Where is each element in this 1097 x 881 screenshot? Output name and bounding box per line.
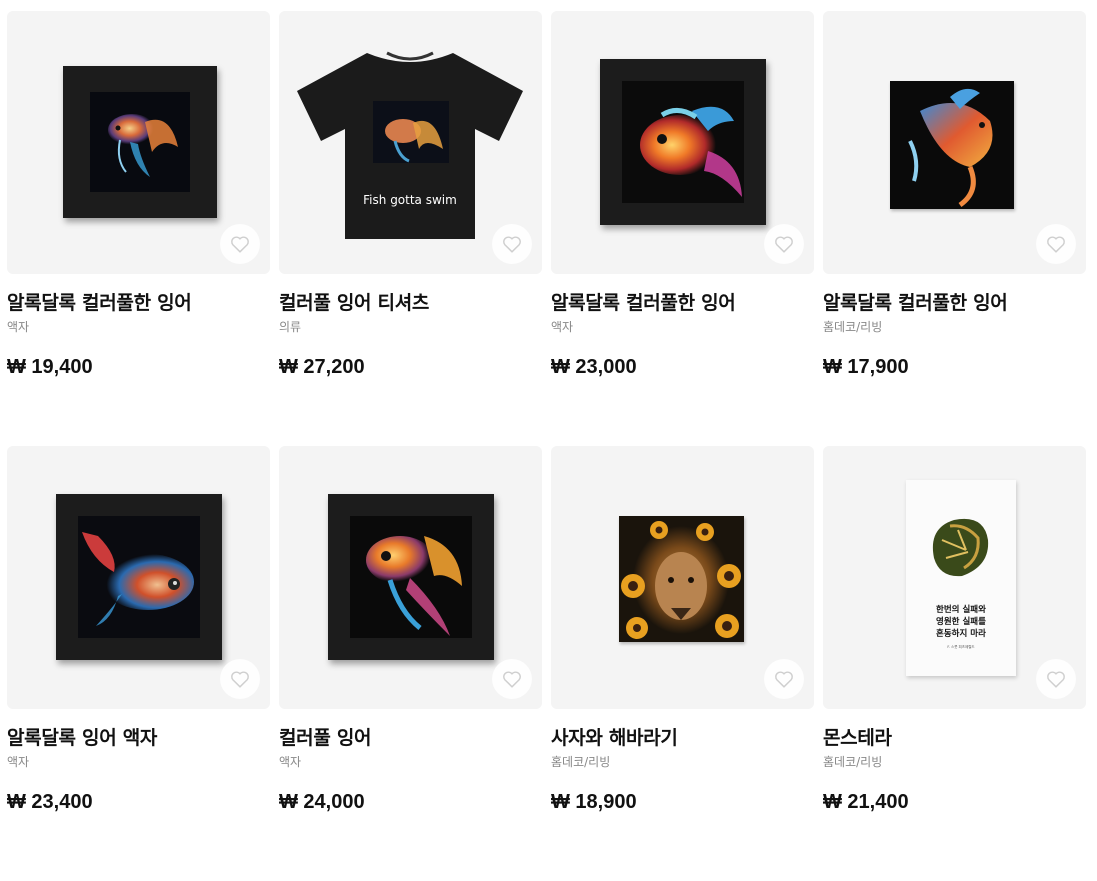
product-card[interactable]: 알록달록 잉어 액자 액자 ₩ 23,400 <box>7 446 270 881</box>
product-card[interactable]: 사자와 해바라기 홈데코/리빙 ₩ 18,900 <box>551 446 814 881</box>
koi-fish-art <box>366 536 462 636</box>
product-image[interactable] <box>279 446 542 709</box>
lion-sunflower-art <box>621 521 741 639</box>
product-price: ₩ 18,900 <box>551 791 637 813</box>
black-frame <box>63 66 217 218</box>
product-card[interactable]: 한번의 실패와 영원한 실패를 혼동하지 마라 F. 스콧 피츠제럴드 몬스테라… <box>823 446 1086 881</box>
wishlist-button[interactable] <box>1036 224 1076 264</box>
wishlist-button[interactable] <box>764 224 804 264</box>
product-image[interactable] <box>7 11 270 274</box>
heart-outline-icon <box>503 236 521 253</box>
black-frame <box>600 59 766 225</box>
product-title[interactable]: 알록달록 컬러풀한 잉어 <box>823 291 1086 315</box>
heart-outline-icon <box>503 671 521 688</box>
tshirt-print-text: Fish gotta swim <box>363 193 457 207</box>
poster-text-line: 한번의 실패와 <box>936 604 986 615</box>
heart-outline-icon <box>1047 671 1065 688</box>
product-card[interactable]: 컬러풀 잉어 액자 ₩ 24,000 <box>279 446 542 881</box>
product-title[interactable]: 사자와 해바라기 <box>551 726 814 750</box>
product-category: 액자 <box>7 320 30 334</box>
product-image[interactable] <box>551 446 814 709</box>
product-title[interactable]: 알록달록 잉어 액자 <box>7 726 270 750</box>
product-price: ₩ 23,000 <box>551 356 637 378</box>
product-image[interactable]: 한번의 실패와 영원한 실패를 혼동하지 마라 F. 스콧 피츠제럴드 <box>823 446 1086 709</box>
product-title[interactable]: 몬스테라 <box>823 726 1086 750</box>
heart-outline-icon <box>1047 236 1065 253</box>
product-price: ₩ 27,200 <box>279 356 365 378</box>
fabric-poster <box>890 81 1014 209</box>
product-title[interactable]: 알록달록 컬러풀한 잉어 <box>7 291 270 315</box>
koi-fish-art <box>908 88 993 208</box>
product-card[interactable]: 알록달록 컬러풀한 잉어 액자 ₩ 19,400 <box>7 11 270 446</box>
product-price: ₩ 21,400 <box>823 791 909 813</box>
product-card[interactable]: 알록달록 컬러풀한 잉어 액자 ₩ 23,000 <box>551 11 814 446</box>
product-image[interactable] <box>823 11 1086 274</box>
product-price: ₩ 23,400 <box>7 791 93 813</box>
wishlist-button[interactable] <box>220 659 260 699</box>
product-card[interactable]: Fish gotta swim 컬러풀 잉어 티셔츠 의류 ₩ 27,200 <box>279 11 542 446</box>
heart-outline-icon <box>775 236 793 253</box>
product-price: ₩ 17,900 <box>823 356 909 378</box>
poster-text-line: 혼동하지 마라 <box>936 628 986 639</box>
wishlist-button[interactable] <box>764 659 804 699</box>
product-category: 액자 <box>7 755 30 769</box>
monstera-poster-art: 한번의 실패와 영원한 실패를 혼동하지 마라 F. 스콧 피츠제럴드 <box>932 518 989 649</box>
koi-fish-art <box>82 532 194 626</box>
wishlist-button[interactable] <box>1036 659 1076 699</box>
product-price: ₩ 24,000 <box>279 791 365 813</box>
product-category: 의류 <box>279 320 302 334</box>
black-frame <box>328 494 494 660</box>
product-image[interactable]: Fish gotta swim <box>279 11 542 274</box>
heart-outline-icon <box>231 671 249 688</box>
product-category: 액자 <box>279 755 302 769</box>
wishlist-button[interactable] <box>492 659 532 699</box>
product-category: 홈데코/리빙 <box>823 320 883 334</box>
product-grid: 알록달록 컬러풀한 잉어 액자 ₩ 19,400 Fish gotta swim… <box>7 11 1086 881</box>
fabric-poster <box>619 516 744 642</box>
heart-outline-icon <box>231 236 249 253</box>
product-title[interactable]: 컬러풀 잉어 <box>279 726 542 750</box>
product-price: ₩ 19,400 <box>7 356 93 378</box>
black-frame <box>56 494 222 660</box>
wishlist-button[interactable] <box>492 224 532 264</box>
heart-outline-icon <box>775 671 793 688</box>
tshirt-art: Fish gotta swim <box>297 51 523 239</box>
product-title[interactable]: 알록달록 컬러풀한 잉어 <box>551 291 814 315</box>
product-image[interactable] <box>7 446 270 709</box>
product-category: 홈데코/리빙 <box>823 755 883 769</box>
koi-fish-art <box>640 106 742 197</box>
product-card[interactable]: 알록달록 컬러풀한 잉어 홈데코/리빙 ₩ 17,900 <box>823 11 1086 446</box>
wishlist-button[interactable] <box>220 224 260 264</box>
product-title[interactable]: 컬러풀 잉어 티셔츠 <box>279 291 542 315</box>
poster-text-line: 영원한 실패를 <box>936 616 986 627</box>
product-image[interactable] <box>551 11 814 274</box>
koi-fish-art <box>108 114 178 177</box>
product-category: 액자 <box>551 320 574 334</box>
fabric-poster: 한번의 실패와 영원한 실패를 혼동하지 마라 F. 스콧 피츠제럴드 <box>906 480 1016 676</box>
poster-caption: F. 스콧 피츠제럴드 <box>947 644 975 649</box>
product-category: 홈데코/리빙 <box>551 755 611 769</box>
